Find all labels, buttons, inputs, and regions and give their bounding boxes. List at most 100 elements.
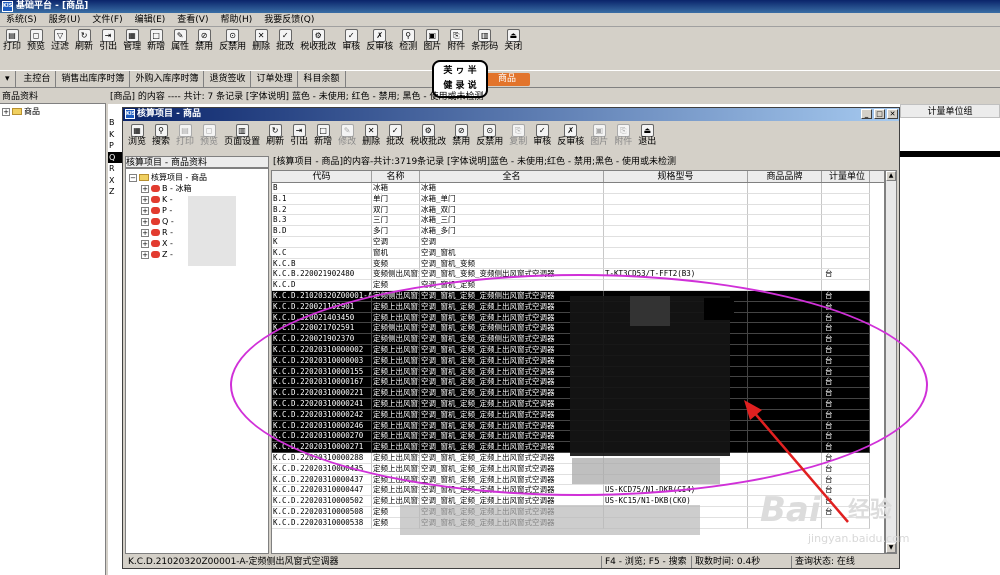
column-header-0[interactable]: 代码 [272, 171, 372, 182]
tree-root-item[interactable]: + 商品 [2, 106, 103, 117]
toolbar-button-3[interactable]: ◻ 预览 [200, 124, 218, 148]
toolbar-button-label: 关闭 [504, 42, 523, 52]
table-cell-code: K.C.D.22020310000437 [272, 474, 372, 486]
toolbar-button-1[interactable]: ⚲ 搜索 [152, 124, 170, 148]
menu-item-1[interactable]: 服务(U) [49, 15, 81, 25]
toolbar-button-16[interactable]: ▣ 图片 [423, 29, 441, 53]
expand-icon[interactable]: + [141, 184, 149, 193]
menu-item-3[interactable]: 编辑(E) [135, 15, 166, 25]
toolbar-button-18[interactable]: ▥ 条形码 [471, 29, 498, 53]
expand-icon[interactable]: + [141, 250, 149, 259]
column-header-3[interactable]: 规格型号 [604, 171, 748, 182]
toolbar-button-7[interactable]: ✎ 属性 [171, 29, 189, 53]
toolbar-button-18[interactable]: ⎘ 附件 [614, 124, 632, 148]
nav-tab-3[interactable]: 退货签收 [204, 71, 252, 87]
toolbar-button-15[interactable]: ✓ 审核 [533, 124, 551, 148]
toolbar-button-8[interactable]: ✎ 修改 [338, 124, 356, 148]
maximize-icon[interactable]: □ [874, 109, 885, 119]
toolbar-button-3[interactable]: ↻ 刷新 [75, 29, 93, 53]
toolbar-button-11[interactable]: ⚙ 税收批改 [410, 124, 446, 148]
nav-dropdown-icon[interactable]: ▾ [0, 71, 16, 87]
scroll-up-icon[interactable]: ▲ [886, 171, 896, 181]
copy-icon: ⎘ [511, 124, 525, 137]
nav-tab-4[interactable]: 订单处理 [251, 71, 299, 87]
toolbar-button-5[interactable]: ▦ 管理 [123, 29, 141, 53]
table-row[interactable]: B.2 双门 冰箱_双门 [272, 204, 884, 216]
toolbar-button-5[interactable]: ↻ 刷新 [266, 124, 284, 148]
toolbar-button-9[interactable]: ✕ 删除 [362, 124, 380, 148]
nav-tab-0[interactable]: 主控台 [18, 71, 57, 87]
toolbar-button-17[interactable]: ▣ 图片 [590, 124, 608, 148]
toolbar-button-14[interactable]: ✗ 反审核 [366, 29, 393, 53]
column-header-5[interactable]: 计量单位 [822, 171, 870, 182]
toolbar-button-11[interactable]: ✓ 批改 [276, 29, 294, 53]
selected-item-text: K.C.D.21020320Z00001-A-定频侧出风窗式空调器 [128, 557, 339, 567]
nav-tab-active[interactable]: 商品 [484, 73, 530, 86]
menu-item-5[interactable]: 帮助(H) [220, 15, 252, 25]
collapse-icon[interactable]: − [129, 173, 137, 182]
toolbar-button-4[interactable]: ⇥ 引出 [99, 29, 117, 53]
toolbar-button-2[interactable]: ▽ 过滤 [51, 29, 69, 53]
dialog-tree-root[interactable]: − 核算项目 - 商品 [129, 172, 265, 183]
table-cell-code: K.C.D [272, 280, 372, 291]
menu-item-6[interactable]: 我要反馈(Q) [264, 15, 314, 25]
toolbar-button-16[interactable]: ✗ 反审核 [557, 124, 584, 148]
fetch-time: 取数时间: 0.4秒 [691, 556, 760, 568]
menu-item-0[interactable]: 系统(S) [6, 15, 37, 25]
table-cell-code: B.D [272, 226, 372, 237]
menu-item-4[interactable]: 查看(V) [177, 15, 208, 25]
toolbar-button-2[interactable]: ▤ 打印 [176, 124, 194, 148]
tree-item-label: Q - [162, 217, 174, 226]
toolbar-button-17[interactable]: ⎘ 附件 [447, 29, 465, 53]
toolbar-button-0[interactable]: ▤ 打印 [3, 29, 21, 53]
toolbar-button-7[interactable]: □ 新增 [314, 124, 332, 148]
sticker-line-1: 芙 ヮ 半 [443, 66, 477, 76]
expand-icon[interactable]: + [141, 239, 149, 248]
toolbar-button-6[interactable]: ⇥ 引出 [290, 124, 308, 148]
expand-icon[interactable]: + [141, 217, 149, 226]
table-row[interactable]: B.3 三门 冰箱_三门 [272, 215, 884, 227]
expand-icon[interactable]: + [141, 206, 149, 215]
nav-tab-5[interactable]: 科目余额 [298, 71, 346, 87]
toolbar-button-10[interactable]: ✓ 批改 [386, 124, 404, 148]
toolbar-button-12[interactable]: ⚙ 税收批改 [300, 29, 336, 53]
toolbar-button-4[interactable]: ▥ 页面设置 [224, 124, 260, 148]
toolbar-button-15[interactable]: ⚲ 检测 [399, 29, 417, 53]
expand-icon[interactable]: + [141, 195, 149, 204]
table-row[interactable]: K 空调 空调 [272, 236, 884, 248]
toolbar-button-8[interactable]: ⊘ 禁用 [195, 29, 213, 53]
toolbar-button-0[interactable]: ▦ 浏览 [128, 124, 146, 148]
table-row[interactable]: B 冰箱 冰箱 [272, 183, 884, 194]
toolbar-button-19[interactable]: ⏏ 退出 [638, 124, 656, 148]
nav-tab-1[interactable]: 销售出库序时簿 [56, 71, 131, 87]
toolbar-button-label: 打印 [3, 42, 22, 52]
dialog-tree-item[interactable]: + B - 冰箱 [129, 183, 265, 194]
toolbar-button-6[interactable]: □ 新增 [147, 29, 165, 53]
table-cell-brand [748, 183, 822, 194]
menu-item-2[interactable]: 文件(F) [92, 15, 122, 25]
toolbar-button-14[interactable]: ⎘ 复制 [509, 124, 527, 148]
toolbar-button-9[interactable]: ⊙ 反禁用 [219, 29, 246, 53]
table-row[interactable]: K.C 窗机 空调_窗机 [272, 247, 884, 259]
mosaic-blur [572, 458, 720, 484]
minimize-icon[interactable]: _ [861, 109, 872, 119]
dialog-title: 核算项目 - 商品 [137, 109, 202, 119]
expand-icon[interactable]: + [141, 228, 149, 237]
table-cell-brand [748, 236, 822, 248]
table-row[interactable]: B.1 单门 冰箱_单门 [272, 193, 884, 205]
tree-item-label: R - [162, 228, 173, 237]
toolbar-button-10[interactable]: ✕ 删除 [252, 29, 270, 53]
close-icon[interactable]: ✕ [887, 109, 898, 119]
toolbar-button-1[interactable]: ◻ 预览 [27, 29, 45, 53]
table-row[interactable]: B.D 多门 冰箱_多门 [272, 226, 884, 237]
column-header-4[interactable]: 商品品牌 [748, 171, 822, 182]
toolbar-button-12[interactable]: ⊘ 禁用 [452, 124, 470, 148]
column-header-1[interactable]: 名称 [372, 171, 420, 182]
toolbar-button-13[interactable]: ⊙ 反禁用 [476, 124, 503, 148]
table-row[interactable]: K.C.B 变频 空调_窗机_变频 [272, 258, 884, 270]
toolbar-button-13[interactable]: ✓ 审核 [342, 29, 360, 53]
toolbar-button-19[interactable]: ⏏ 关闭 [504, 29, 522, 53]
column-header-2[interactable]: 全名 [420, 171, 604, 182]
nav-tab-2[interactable]: 外购入库序时簿 [130, 71, 205, 87]
expand-icon[interactable]: + [2, 107, 10, 116]
